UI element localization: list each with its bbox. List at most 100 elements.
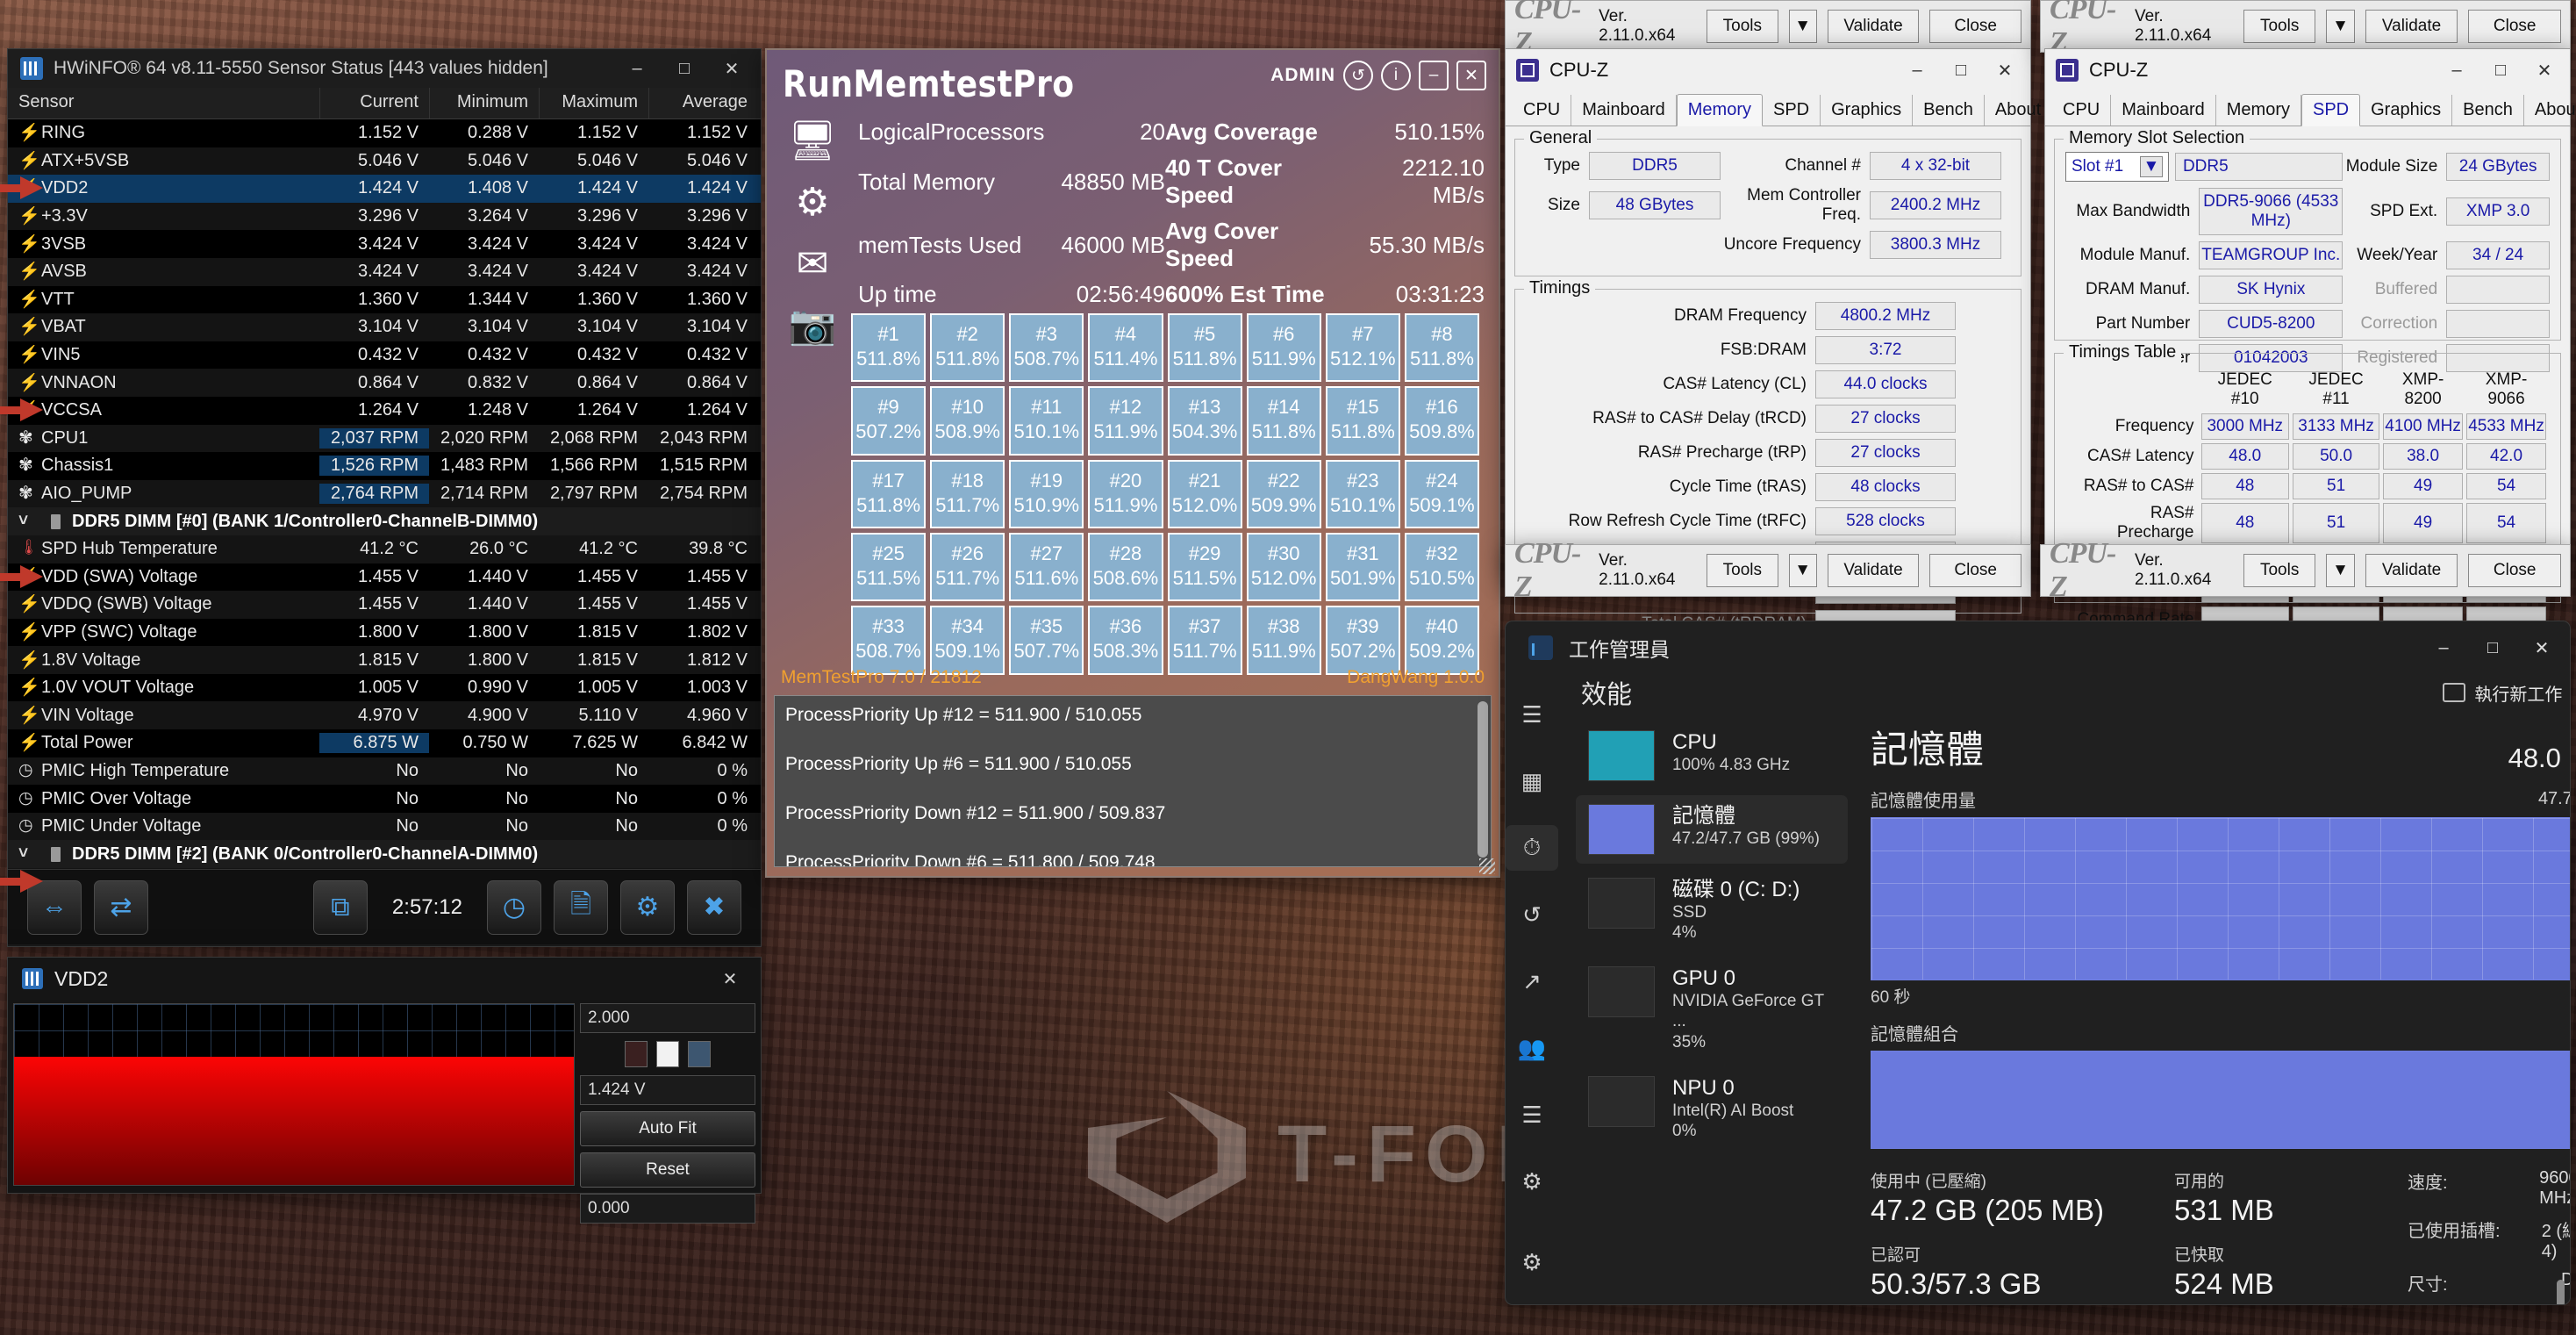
maximize-button[interactable]: □ — [2468, 627, 2517, 669]
validate-button[interactable]: Validate — [1827, 10, 1920, 43]
sidebar-item-performance[interactable]: ⏱ — [1506, 825, 1558, 871]
close-button[interactable]: ✕ — [708, 50, 755, 87]
memtest-thread-cell[interactable]: #4 511.4% — [1088, 313, 1163, 383]
sensor-row[interactable]: VBAT 3.104 V 3.104 V 3.104 V 3.104 V — [8, 313, 761, 341]
clock-icon[interactable]: ◷ — [487, 879, 541, 935]
memtest-thread-cell[interactable]: #24 509.1% — [1404, 459, 1479, 528]
maximize-button[interactable]: □ — [2479, 53, 2522, 88]
memtest-thread-cell[interactable]: #18 511.7% — [930, 459, 1005, 528]
memtest-thread-cell[interactable]: #23 510.1% — [1325, 459, 1400, 528]
memtest-minimize-button[interactable]: – — [1419, 61, 1449, 90]
memtest-close-button[interactable]: ✕ — [1456, 61, 1486, 90]
hwinfo-toolbar[interactable]: ⇔ ⇄ ⧉ 2:57:12 ◷ 🗎 ⚙ ✖ — [8, 869, 761, 944]
vdd2-color-swatches[interactable] — [580, 1041, 755, 1067]
sensor-row[interactable]: 1.0V VOUT Voltage 1.005 V 0.990 V 1.005 V 1.… — [8, 673, 761, 702]
chevron-down-icon[interactable]: ˅ — [18, 512, 41, 531]
close-x-icon[interactable]: ✖ — [687, 879, 741, 935]
memtest-thread-cell[interactable]: #15 511.8% — [1325, 386, 1400, 456]
memtest-thread-cell[interactable]: #8 511.8% — [1404, 313, 1479, 383]
minimize-button[interactable]: – — [2435, 53, 2479, 88]
cpuz-spd-tabs[interactable]: CPU Mainboard Memory SPD Graphics Bench About — [2045, 91, 2576, 126]
memtest-thread-cell[interactable]: #28 508.6% — [1088, 532, 1163, 602]
close-button[interactable]: Close — [2468, 554, 2562, 587]
slot-select[interactable]: Slot #1 ▼ — [2065, 152, 2169, 182]
swatch-dark[interactable] — [625, 1041, 648, 1067]
run-new-task-button[interactable]: 執行新工作 — [2443, 680, 2562, 706]
cpuz-spd-top-strip[interactable]: CPU-Z Ver. 2.11.0.x64 Tools ▼ Validate C… — [2040, 0, 2571, 59]
sensor-row[interactable]: RING 1.152 V 0.288 V 1.152 V 1.152 V — [8, 119, 761, 147]
taskmgr-navigation[interactable]: ☰ ▦ ⏱ ↺ ↗ 👥 ☰ ⚙ ⚙ — [1506, 674, 1558, 1304]
taskmgr-scrollbar[interactable] — [2557, 1280, 2565, 1304]
tab-bench[interactable]: Bench — [1913, 95, 1985, 126]
minimize-button[interactable]: – — [2419, 627, 2468, 669]
sensor-row[interactable]: ATX+5VSB 5.046 V 5.046 V 5.046 V 5.046 V — [8, 147, 761, 176]
sensor-row[interactable]: VPP (SWC) Voltage 1.800 V 1.800 V 1.815 V 1.… — [8, 618, 761, 647]
maximize-button[interactable]: □ — [1939, 53, 1983, 88]
sensor-row[interactable]: AIO_PUMP 2,764 RPM 2,714 RPM 2,797 RPM 2,754… — [8, 479, 761, 508]
info-icon[interactable]: i — [1381, 61, 1411, 90]
tab-cpu[interactable]: CPU — [2052, 95, 2112, 126]
tools-button[interactable]: Tools — [2243, 554, 2316, 587]
close-button[interactable]: Close — [1929, 554, 2021, 587]
sensor-row[interactable]: VNNAON 0.864 V 0.832 V 0.864 V 0.864 V — [8, 369, 761, 397]
memtest-thread-cell[interactable]: #3 508.7% — [1009, 313, 1084, 383]
sensor-row[interactable]: CPU1 2,037 RPM 2,020 RPM 2,068 RPM 2,043 RPM — [8, 424, 761, 453]
close-button[interactable]: Close — [1929, 10, 2021, 43]
tab-spd[interactable]: SPD — [2301, 94, 2361, 126]
expand-arrows-icon[interactable]: ⇔ — [27, 879, 82, 935]
mail-fire-icon[interactable]: ✉ — [785, 238, 840, 289]
sensor-row[interactable]: PMIC High Temperature No No No 0 % — [8, 757, 761, 786]
sidebar-item-details[interactable]: ☰ — [1506, 1092, 1558, 1138]
sensor-row[interactable]: VDD2 1.424 V 1.408 V 1.424 V 1.424 V — [8, 175, 761, 203]
tools-button[interactable]: Tools — [2243, 10, 2316, 43]
memtest-thread-cell[interactable]: #5 511.8% — [1167, 313, 1242, 383]
memtest-log-scrollbar[interactable] — [1478, 701, 1488, 858]
sensor-row[interactable]: VDDQ (SWB) Voltage 1.455 V 1.440 V 1.455 V 1… — [8, 591, 761, 619]
sensor-row[interactable]: AVSB 3.424 V 3.424 V 3.424 V 3.424 V — [8, 257, 761, 286]
sensor-row[interactable]: VTT 1.360 V 1.344 V 1.360 V 1.360 V — [8, 285, 761, 314]
sensor-row[interactable]: VIN Voltage 4.970 V 4.900 V 5.110 V 4.960 V — [8, 701, 761, 730]
sidebar-item-users[interactable]: 👥 — [1506, 1025, 1558, 1071]
taskmgr-resource-item[interactable]: CPU 100% 4.83 GHz — [1576, 721, 1848, 790]
gear-icon[interactable]: ⚙ — [620, 879, 675, 935]
resize-grip-icon[interactable] — [1479, 858, 1495, 874]
vdd2-close-button[interactable]: ✕ — [706, 960, 754, 997]
cpuz-spd-window[interactable]: CPU-Z – □ ✕ CPU Mainboard Memory SPD Graphic… — [2044, 48, 2576, 663]
sensor-row[interactable]: VCCSA 1.264 V 1.248 V 1.264 V 1.264 V — [8, 396, 761, 425]
sensor-group-header[interactable]: ˅ DDR5 DIMM [#2] (BANK 0/Controller0-Chan… — [8, 840, 761, 869]
share-icon[interactable]: ⧉ — [312, 879, 368, 935]
reset-button[interactable]: Reset — [580, 1152, 755, 1188]
sensor-group-header[interactable]: ˅ DDR5 DIMM [#0] (BANK 1/Controller0-Chan… — [8, 507, 761, 535]
memtest-thread-cell[interactable]: #13 504.3% — [1167, 386, 1242, 456]
validate-button[interactable]: Validate — [1827, 554, 1920, 587]
task-manager-window[interactable]: 工作管理員 – □ ✕ ☰ ▦ ⏱ ↺ ↗ 👥 ☰ ⚙ ⚙ 效能 執行新工作 C… — [1505, 621, 2571, 1305]
sensor-row[interactable]: PMIC Over Voltage No No No 0 % — [8, 785, 761, 813]
memtest-thread-cell[interactable]: #20 511.9% — [1088, 459, 1163, 528]
sensor-row[interactable]: VDD (SWA) Voltage 1.455 V 1.440 V 1.455 V 1.… — [8, 563, 761, 592]
tab-graphics[interactable]: Graphics — [2360, 95, 2453, 126]
tools-button[interactable]: Tools — [1707, 10, 1778, 43]
history-icon[interactable]: ↺ — [1343, 61, 1373, 90]
memtest-thread-cell[interactable]: #26 511.7% — [930, 532, 1005, 602]
cpuz-spd-bottom-strip[interactable]: CPU-Z Ver. 2.11.0.x64 Tools ▼ Validate C… — [2040, 537, 2571, 603]
sidebar-item-startup-apps[interactable]: ↗ — [1506, 958, 1558, 1004]
sensor-row[interactable]: VIN5 0.432 V 0.432 V 0.432 V 0.432 V — [8, 341, 761, 370]
monitor-icon[interactable]: 🖥 — [785, 115, 840, 166]
tools-dropdown-icon[interactable]: ▼ — [2326, 554, 2355, 587]
sidebar-item-services[interactable]: ⚙ — [1506, 1159, 1558, 1204]
sidebar-item-settings[interactable]: ⚙ — [1506, 1239, 1558, 1285]
taskmgr-resource-list[interactable]: CPU 100% 4.83 GHz 記憶體 47.2/47.7 GB (99%) 磁碟 … — [1558, 711, 1848, 1304]
vdd2-graph-window[interactable]: VDD2 ✕ 2.000 1.424 V Auto Fit Reset 0.00… — [7, 957, 762, 1224]
tab-memory[interactable]: Memory — [2216, 95, 2301, 126]
collapse-arrows-icon[interactable]: ⇄ — [94, 879, 148, 935]
auto-fit-button[interactable]: Auto Fit — [580, 1111, 755, 1146]
memtest-log-panel[interactable]: ProcessPriority Up #12 = 511.900 / 510.0… — [774, 695, 1492, 867]
memtest-thread-cell[interactable]: #10 508.9% — [930, 386, 1005, 456]
memtest-thread-cell[interactable]: #31 501.9% — [1325, 532, 1400, 602]
memtest-thread-cell[interactable]: #14 511.8% — [1246, 386, 1321, 456]
taskmgr-resource-item[interactable]: NPU 0 Intel(R) AI Boost 0% — [1576, 1067, 1848, 1151]
memtest-thread-cell[interactable]: #1 511.8% — [851, 313, 927, 383]
tools-dropdown-icon[interactable]: ▼ — [1788, 10, 1817, 43]
close-button[interactable]: ✕ — [2522, 53, 2566, 88]
memtest-thread-cell[interactable]: #2 511.8% — [930, 313, 1005, 383]
